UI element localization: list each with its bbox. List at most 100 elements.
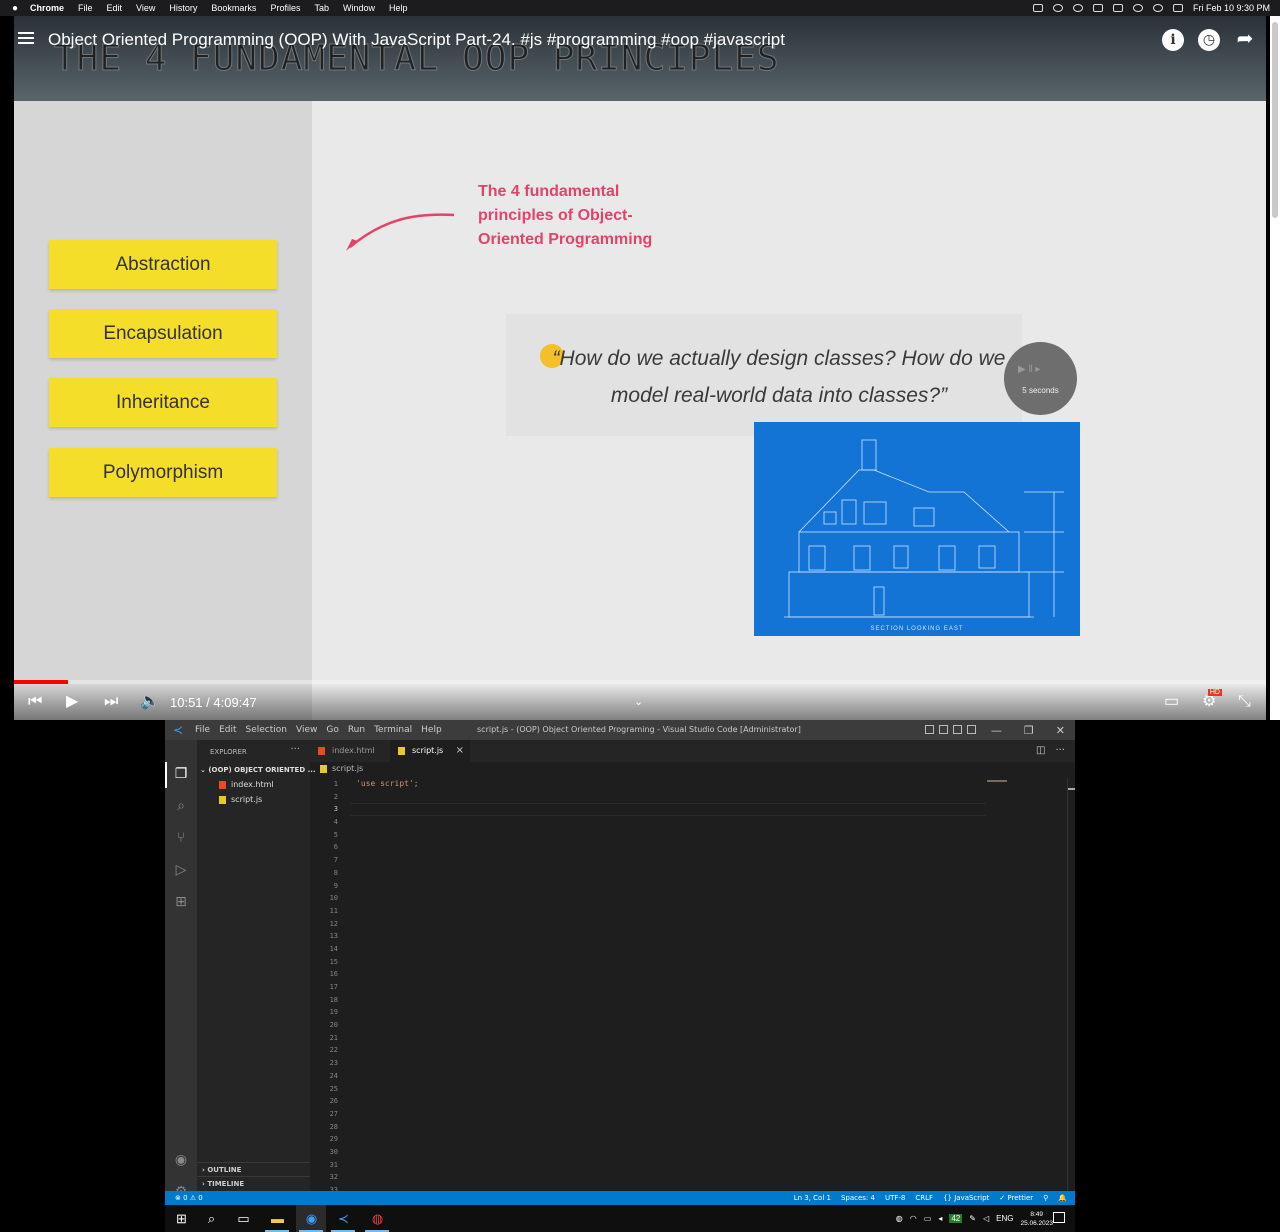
page-scrollbar[interactable] — [1270, 16, 1280, 720]
notifications-icon[interactable]: 🔔 — [1058, 1191, 1067, 1205]
minimap[interactable] — [987, 778, 1067, 1191]
tray-speaker-icon[interactable]: ◂ — [938, 1214, 942, 1223]
action-center-icon[interactable] — [1053, 1212, 1065, 1223]
tab-script-js[interactable]: script.js × — [390, 740, 470, 762]
page-scrollbar-thumb[interactable] — [1272, 22, 1278, 218]
status-eol[interactable]: CRLF — [915, 1191, 933, 1205]
code-editor[interactable]: 1 2 3 4 5 6 7 8 9 10 11 12 13 14 15 16 17 18 19 20 21 22 23 24 2… — [310, 778, 1075, 1191]
toggle-panel-icon[interactable] — [939, 725, 948, 734]
source-control-icon[interactable]: ⑂ — [173, 830, 189, 846]
menu-tab[interactable]: Tab — [314, 3, 329, 13]
menu-file[interactable]: File — [78, 3, 93, 13]
search-icon[interactable]: ⌕ — [173, 798, 189, 814]
customize-layout-icon[interactable] — [967, 725, 976, 734]
menu-view[interactable]: View — [136, 3, 155, 13]
tray-volume-icon[interactable]: ◁ — [983, 1214, 989, 1223]
toggle-secondary-sidebar-icon[interactable] — [953, 725, 962, 734]
tray-pen-icon[interactable]: ✎ — [969, 1214, 976, 1223]
apple-icon[interactable]: ● — [0, 3, 30, 14]
vscode-taskbar-icon[interactable]: ≺ — [335, 1210, 352, 1227]
status-cursor-position[interactable]: Ln 3, Col 1 — [794, 1191, 831, 1205]
menu-profiles[interactable]: Profiles — [270, 3, 300, 13]
info-icon[interactable]: i — [1162, 29, 1184, 51]
minimize-icon[interactable]: — — [991, 724, 1002, 737]
tray-badge[interactable]: 42 — [949, 1214, 963, 1223]
control-center-icon[interactable] — [1172, 4, 1183, 12]
exit-fullscreen-icon[interactable]: ⤡ — [1238, 693, 1251, 711]
playlist-menu-icon[interactable] — [18, 32, 34, 46]
vs-menu-terminal[interactable]: Terminal — [374, 725, 412, 735]
keyboard-icon[interactable] — [1092, 4, 1103, 12]
menu-app-name[interactable]: Chrome — [30, 3, 64, 13]
status-encoding[interactable]: UTF-8 — [885, 1191, 905, 1205]
file-script-js[interactable]: script.js — [219, 795, 262, 804]
telegram-icon[interactable] — [1052, 4, 1063, 12]
captions-icon[interactable]: ▭ — [1164, 693, 1179, 711]
file-index-html[interactable]: index.html — [219, 780, 274, 789]
chrome-taskbar-icon[interactable]: ◍ — [369, 1210, 386, 1227]
breadcrumb[interactable]: script.js — [320, 764, 363, 773]
status-language[interactable]: {} JavaScript — [943, 1191, 989, 1205]
watch-later-icon[interactable]: ◷ — [1198, 29, 1220, 51]
battery-icon[interactable] — [1112, 4, 1123, 12]
menu-bookmarks[interactable]: Bookmarks — [211, 3, 256, 13]
explorer-icon[interactable]: ❐ — [173, 766, 189, 782]
chevron-down-icon[interactable]: ⌄ — [634, 693, 643, 711]
vs-menu-selection[interactable]: Selection — [246, 725, 287, 735]
account-icon[interactable]: ◉ — [173, 1152, 189, 1168]
live-share-icon[interactable]: ⚲ — [1043, 1191, 1048, 1205]
spotlight-icon[interactable] — [1152, 4, 1163, 12]
vs-menu-go[interactable]: Go — [326, 725, 338, 735]
share-icon[interactable]: ➦ — [1234, 28, 1256, 50]
menubar-datetime[interactable]: Fri Feb 10 9:30 PM — [1193, 3, 1270, 13]
tab-close-icon[interactable]: × — [456, 740, 464, 762]
more-actions-icon[interactable]: ··· — [1055, 740, 1065, 762]
status-indentation[interactable]: Spaces: 4 — [841, 1191, 875, 1205]
previous-icon[interactable]: ⏮ — [28, 693, 42, 711]
menu-history[interactable]: History — [169, 3, 197, 13]
problems-status[interactable]: ⊗ 0 ⚠ 0 — [175, 1191, 203, 1205]
vs-menu-run[interactable]: Run — [348, 725, 365, 735]
next-icon[interactable]: ⏭ — [104, 693, 118, 711]
restore-icon[interactable]: ❐ — [1024, 724, 1034, 737]
close-icon[interactable]: ✕ — [1056, 724, 1065, 737]
volume-icon[interactable]: 🔈 — [140, 693, 160, 711]
menu-window[interactable]: Window — [343, 3, 375, 13]
timeline-section[interactable]: › TIMELINE — [197, 1176, 310, 1190]
menu-help[interactable]: Help — [389, 3, 408, 13]
split-editor-icon[interactable]: ◫ — [1036, 740, 1045, 762]
code-content[interactable]: 'use script'; — [356, 778, 419, 791]
screen-share-icon[interactable] — [1032, 4, 1043, 12]
play-icon[interactable]: ▶ — [66, 693, 78, 711]
status-prettier[interactable]: ✓ Prettier — [999, 1191, 1033, 1205]
task-view-icon[interactable]: ▭ — [235, 1210, 252, 1227]
vs-menu-view[interactable]: View — [296, 725, 317, 735]
explorer-more-icon[interactable]: ··· — [290, 744, 300, 755]
taskbar-search-icon[interactable]: ⌕ — [203, 1210, 220, 1227]
tray-clock[interactable]: 8:49 25.06.2023 — [1020, 1210, 1053, 1228]
tray-battery-icon[interactable]: ▭ — [924, 1214, 932, 1223]
recorder-app-icon[interactable]: ◉ — [303, 1210, 320, 1227]
tray-language[interactable]: ENG — [996, 1214, 1013, 1223]
record-icon[interactable] — [1072, 4, 1083, 12]
vs-menu-file[interactable]: File — [195, 725, 210, 735]
breadcrumb-file[interactable]: script.js — [332, 764, 363, 773]
video-title[interactable]: Object Oriented Programming (OOP) With J… — [48, 30, 785, 50]
windows-start-icon[interactable]: ⊞ — [173, 1210, 190, 1227]
outline-section[interactable]: › OUTLINE — [197, 1162, 310, 1176]
editor-scrollbar[interactable] — [1067, 778, 1075, 1191]
toggle-sidebar-icon[interactable] — [925, 725, 934, 734]
file-explorer-icon[interactable]: ▬ — [269, 1210, 286, 1227]
vs-menu-edit[interactable]: Edit — [219, 725, 236, 735]
tray-wifi-icon[interactable]: ◠ — [910, 1214, 917, 1223]
extensions-icon[interactable]: ⊞ — [173, 894, 189, 910]
menu-edit[interactable]: Edit — [107, 3, 123, 13]
project-folder[interactable]: ⌄ (OOP) OBJECT ORIENTED ... — [200, 766, 316, 774]
tray-app-icon[interactable]: ◍ — [896, 1214, 903, 1223]
vs-menu-help[interactable]: Help — [421, 725, 442, 735]
tab-index-html[interactable]: index.html — [310, 740, 390, 762]
video-player[interactable]: THE 4 FUNDAMENTAL OOP PRINCIPLES Object … — [14, 16, 1266, 720]
autoplay-countdown[interactable]: ▶ ‖ ▸ 5 seconds — [1004, 342, 1077, 415]
wifi-icon[interactable] — [1132, 4, 1143, 12]
run-debug-icon[interactable]: ▷ — [173, 862, 189, 878]
